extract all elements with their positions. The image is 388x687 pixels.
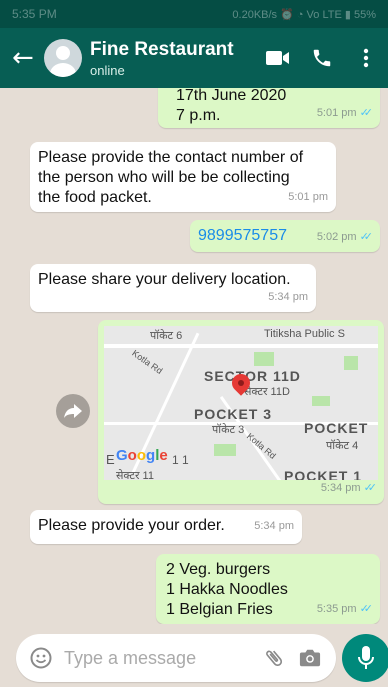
message-list[interactable]: 17th June 2020 7 p.m. 5:01 pm ✓✓ Please p… (0, 88, 388, 624)
location-map[interactable]: पॉकेट 6 Titiksha Public S Kotla Rd SECTO… (104, 326, 378, 480)
location-message[interactable]: पॉकेट 6 Titiksha Public S Kotla Rd SECTO… (98, 320, 384, 504)
contact-name: Fine Restaurant (90, 38, 234, 60)
read-ticks-icon: ✓✓ (363, 481, 378, 494)
map-label: पॉकेट 4 (326, 440, 359, 452)
map-label: सेक्टर 11 (116, 470, 154, 480)
microphone-button[interactable] (342, 634, 388, 682)
message-line: 1 Hakka Noodles (166, 581, 288, 598)
attachment-icon[interactable] (256, 638, 292, 678)
contact-info[interactable]: Fine Restaurant online (90, 39, 256, 78)
message-time: 5:02 pm (316, 231, 357, 243)
map-label: E (106, 452, 115, 467)
message-time: 5:34 pm (320, 482, 361, 494)
video-call-icon[interactable] (256, 36, 300, 80)
map-label: Titiksha Public S (264, 328, 345, 340)
forward-icon[interactable] (56, 394, 90, 428)
chat-header: ← Fine Restaurant online (0, 28, 388, 88)
map-label: 1 1 (172, 453, 189, 467)
message-time: 5:35 pm (316, 603, 357, 615)
read-ticks-icon: ✓✓ (359, 106, 374, 119)
status-bar: 5:35 PM 0.20KB/s ⏰ ◔ Vo LTE ▮ 55% (0, 0, 388, 28)
message-bubble-incoming[interactable]: Please provide the contact number of the… (30, 142, 336, 212)
message-bubble-outgoing[interactable]: 17th June 2020 7 p.m. 5:01 pm ✓✓ (158, 88, 380, 128)
map-label: पॉकेट 6 (150, 330, 183, 342)
message-line: the person who will be be collecting (38, 169, 290, 186)
status-time: 5:35 PM (12, 7, 57, 21)
emoji-icon[interactable] (28, 645, 54, 671)
composer: Type a message (0, 624, 388, 687)
message-line: 2 Veg. burgers (166, 561, 271, 578)
message-time: 5:34 pm (268, 291, 308, 303)
microphone-icon (358, 646, 374, 669)
message-line: the food packet. (38, 189, 152, 206)
status-indicators: 0.20KB/s ⏰ ◔ Vo LTE ▮ 55% (232, 8, 376, 21)
read-ticks-icon: ✓✓ (359, 230, 374, 243)
message-bubble-incoming[interactable]: Please provide your order. 5:34 pm (30, 510, 302, 544)
voice-call-icon[interactable] (300, 36, 344, 80)
avatar[interactable] (44, 39, 82, 77)
message-bubble-outgoing[interactable]: 9899575757 5:02 pm ✓✓ (190, 220, 380, 252)
more-options-icon[interactable] (344, 36, 388, 80)
phone-number-link[interactable]: 9899575757 (198, 227, 287, 244)
contact-status: online (90, 62, 125, 78)
google-logo: Google (116, 447, 168, 464)
message-input[interactable]: Type a message (64, 648, 256, 669)
map-label: सेक्टर 11D (244, 386, 290, 398)
map-label: POCKET (304, 420, 369, 436)
message-time: 5:01 pm (288, 191, 328, 203)
camera-icon[interactable] (292, 638, 328, 678)
read-ticks-icon: ✓✓ (359, 602, 374, 615)
message-line: Please provide the contact number of (38, 149, 304, 166)
map-label: Kotla Rd (130, 348, 165, 376)
map-label: पॉकेट 3 (212, 424, 245, 436)
message-time: 5:34 pm (254, 520, 294, 532)
message-input-bar[interactable]: Type a message (16, 634, 336, 682)
message-time: 5:01 pm (316, 107, 357, 119)
arrow-back-icon[interactable]: ← (12, 45, 42, 71)
message-bubble-outgoing[interactable]: 2 Veg. burgers 1 Hakka Noodles 1 Belgian… (156, 554, 380, 624)
message-bubble-incoming[interactable]: Please share your delivery location. 5:3… (30, 264, 316, 312)
